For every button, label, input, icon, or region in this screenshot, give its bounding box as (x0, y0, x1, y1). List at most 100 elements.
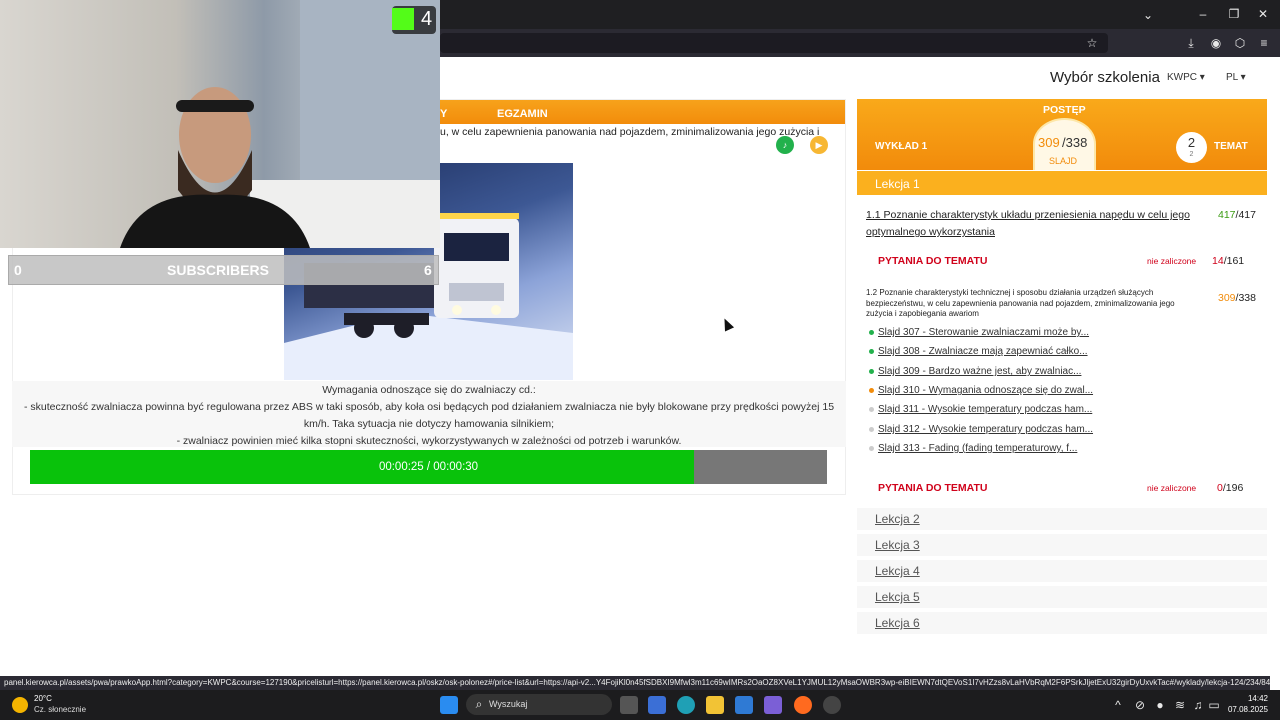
slide-item-313[interactable]: Slajd 313 - Fading (fading temperaturowy… (869, 443, 1077, 454)
taskbar-search-placeholder: Wyszukaj (489, 699, 528, 709)
lesson-5-label[interactable]: Lekcja 5 (875, 590, 920, 604)
clock-time[interactable]: 14:42 (1230, 694, 1268, 703)
slide-timer-label: 00:00:25 / 00:00:30 (378, 461, 479, 473)
topic-label: TEMAT (1214, 141, 1248, 152)
status-dot-icon (869, 329, 874, 335)
slide-item-312[interactable]: Slajd 312 - Wysokie temperatury podczas … (869, 424, 1093, 435)
questions-1-status: nie zaliczone (1147, 256, 1197, 266)
search-icon: ⌕ (475, 697, 483, 711)
status-dot-icon (869, 445, 874, 451)
slide-item-309[interactable]: Slajd 309 - Bardzo ważne jest, aby zwaln… (869, 366, 1081, 377)
status-dot-icon (869, 387, 874, 393)
firefox-icon[interactable] (794, 696, 812, 714)
progress-total: /338 (1062, 135, 1088, 150)
topic-1-2-link[interactable]: 1.2 Poznanie charakterystyki technicznej… (866, 288, 1196, 320)
lesson-6-label[interactable]: Lekcja 6 (875, 616, 920, 630)
course-select-title[interactable]: Wybór szkolenia (1050, 69, 1160, 86)
slide-item-308[interactable]: Slajd 308 - Zwalniacze mają zapewniać ca… (869, 346, 1088, 357)
slide-item-label: Slajd 307 - Sterowanie zwalniaczami może… (878, 327, 1090, 338)
topic-total: 2 (1189, 151, 1194, 158)
lesson-topic-line: u, w celu zapewnienia panowania nad poja… (440, 126, 820, 138)
slide-item-310[interactable]: Slajd 310 - Wymagania odnoszące się do z… (869, 385, 1093, 396)
subscriber-goal: 6 (424, 262, 432, 278)
progress-label: POSTĘP (1043, 104, 1086, 116)
edge-icon[interactable] (677, 696, 695, 714)
questions-1-total: /161 (1223, 255, 1245, 267)
lesson-2-label[interactable]: Lekcja 2 (875, 512, 920, 526)
questions-topic-1-1[interactable]: PYTANIA DO TEMATU (878, 255, 987, 267)
tab-egzamin[interactable]: EGZAMIN (497, 108, 548, 120)
wifi-icon[interactable]: ≋ (1172, 698, 1188, 712)
weather-temperature: 20°C (34, 694, 52, 703)
network-off-icon[interactable]: ⊘ (1132, 698, 1148, 712)
volume-icon[interactable]: ♫ (1190, 698, 1206, 712)
chevron-down-icon[interactable]: ⌄ (1140, 8, 1156, 22)
status-dot-icon (869, 406, 874, 412)
streamer-figure (120, 0, 440, 248)
address-bar[interactable] (440, 33, 1108, 53)
lesson-3-label[interactable]: Lekcja 3 (875, 538, 920, 552)
kick-logo-icon (392, 8, 414, 30)
subscriber-current: 0 (14, 262, 22, 278)
windows-start-icon[interactable] (440, 696, 458, 714)
restore-icon[interactable]: ❐ (1226, 7, 1242, 21)
topic-1-2-count: 309/338 (1218, 292, 1256, 304)
mail-icon[interactable] (735, 696, 753, 714)
topic-1-1-count: 417/417 (1218, 209, 1256, 221)
file-explorer-icon[interactable] (706, 696, 724, 714)
video-button[interactable]: ▶ (810, 136, 828, 154)
extensions-icon[interactable]: ⬡ (1232, 36, 1248, 50)
lesson-1-label: Lekcja 1 (875, 177, 920, 191)
topic-1-1-link[interactable]: 1.1 Poznanie charakterystyk układu przen… (866, 207, 1206, 241)
tab-partial[interactable]: Y (440, 108, 447, 120)
slide-text-line-2: - skuteczność zwalniacza powinna być reg… (23, 401, 835, 413)
obs-icon[interactable] (823, 696, 841, 714)
status-dot-icon (869, 426, 874, 432)
slide-text-line-3: km/h. Taka sytuacja nie dotyczy hamowani… (303, 418, 555, 430)
subscriber-label: SUBSCRIBERS (167, 262, 269, 278)
status-dot-icon (869, 368, 874, 374)
download-icon[interactable]: ⤓ (1183, 36, 1199, 50)
slide-timer-bar: 00:00:25 / 00:00:30 (30, 450, 827, 484)
task-view-icon[interactable] (620, 696, 638, 714)
battery-icon[interactable]: ▭ (1206, 698, 1222, 712)
weather-icon[interactable] (12, 697, 28, 713)
menu-icon[interactable]: ≡ (1256, 36, 1272, 50)
audio-button[interactable]: ♪ (776, 136, 794, 154)
lecture-label: WYKŁAD 1 (875, 141, 928, 152)
tray-chevron-icon[interactable]: ^ (1110, 698, 1126, 712)
store-icon[interactable] (648, 696, 666, 714)
account-icon[interactable]: ◉ (1208, 36, 1224, 50)
language-dropdown[interactable]: PL ▾ (1226, 72, 1246, 83)
lesson-4-label[interactable]: Lekcja 4 (875, 564, 920, 578)
topic-1-1-done: 417 (1218, 209, 1236, 221)
progress-current: 309 (1038, 135, 1060, 150)
topic-1-2-total: /338 (1235, 292, 1256, 304)
slide-item-label: Slajd 311 - Wysokie temperatury podczas … (878, 404, 1093, 415)
close-icon[interactable]: ✕ (1255, 7, 1271, 21)
topic-number: 2 (1187, 135, 1196, 150)
slide-item-label: Slajd 308 - Zwalniacze mają zapewniać ca… (878, 346, 1088, 357)
course-code-dropdown[interactable]: KWPC ▾ (1167, 72, 1205, 83)
slide-item-311[interactable]: Slajd 311 - Wysokie temperatury podczas … (869, 404, 1092, 415)
course-code-label: KWPC (1167, 72, 1197, 83)
bookmark-star-icon[interactable]: ☆ (1084, 36, 1100, 50)
topic-1-2-done: 309 (1218, 292, 1236, 304)
minimize-icon[interactable]: – (1195, 7, 1211, 21)
taskbar-search[interactable] (466, 694, 612, 715)
weather-description: Cz. słonecznie (34, 705, 87, 714)
clock-date[interactable]: 07.08.2025 (1222, 705, 1268, 714)
language-label: PL (1226, 72, 1238, 83)
slide-item-label: Slajd 309 - Bardzo ważne jest, aby zwaln… (878, 366, 1082, 377)
questions-topic-1-2[interactable]: PYTANIA DO TEMATU (878, 482, 987, 494)
questions-2-total: /196 (1222, 482, 1244, 494)
webcam-overlay (0, 0, 440, 248)
progress-slide-label: SLAJD (1049, 156, 1078, 166)
copilot-icon[interactable] (764, 696, 782, 714)
slide-item-307[interactable]: Slajd 307 - Sterowanie zwalniaczami może… (869, 327, 1089, 338)
status-dot-icon (869, 348, 874, 354)
questions-2-count: 0/196 (1217, 482, 1243, 494)
microphone-icon[interactable]: ● (1152, 698, 1168, 712)
topic-1-1-total: /417 (1235, 209, 1256, 221)
slide-item-label: Slajd 313 - Fading (fading temperaturowy… (878, 443, 1078, 454)
